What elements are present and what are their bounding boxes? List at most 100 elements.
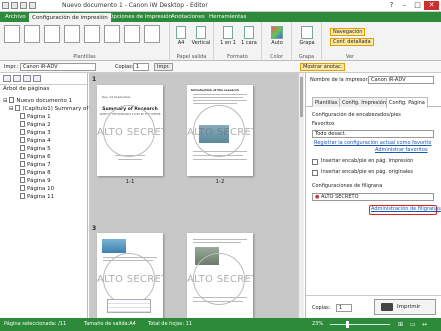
manage-favorites-link[interactable]: Administrar favoritos bbox=[375, 147, 428, 154]
color-button[interactable]: Auto bbox=[267, 26, 287, 46]
redo-icon[interactable] bbox=[29, 2, 36, 9]
insert-original-page-checkbox[interactable] bbox=[312, 170, 318, 176]
page-1-line bbox=[118, 159, 142, 160]
tree-tool-icon-2[interactable] bbox=[13, 75, 21, 82]
color-value: Auto bbox=[271, 40, 283, 46]
tree-item-page-3[interactable]: Página 3 bbox=[20, 129, 51, 137]
sides-label: 1 cara bbox=[241, 40, 257, 46]
papel-label: Papel salida bbox=[176, 54, 207, 60]
tab-config-impresion[interactable]: Config. Impresión bbox=[339, 97, 389, 107]
zoom-page-icon[interactable]: ▭ bbox=[410, 321, 416, 328]
plantillas-label: Plantillas bbox=[73, 54, 96, 60]
manage-watermarks-link[interactable]: Administración de filigranas bbox=[371, 206, 441, 213]
status-bar: Página seleccionada: /11 Tamaño de salid… bbox=[0, 318, 441, 331]
insert-print-page-checkbox[interactable] bbox=[312, 159, 318, 165]
favoritos-select[interactable]: Todo desact. bbox=[312, 130, 434, 138]
sides-button[interactable]: 1 cara bbox=[239, 26, 259, 46]
template-thumb-3[interactable] bbox=[44, 25, 60, 44]
orientation-button[interactable]: Vertical bbox=[189, 26, 213, 46]
preview-scrollbar[interactable] bbox=[298, 73, 304, 318]
tab-anotaciones[interactable]: Anotaciones bbox=[168, 12, 208, 22]
tree-tool-icon-4[interactable] bbox=[33, 75, 41, 82]
tab-config-pagina[interactable]: Config. Página bbox=[386, 97, 428, 108]
maximize-button[interactable]: □ bbox=[411, 1, 424, 10]
zoom-slider[interactable] bbox=[330, 324, 390, 325]
undo-icon[interactable] bbox=[20, 2, 27, 9]
tree-item-page-4[interactable]: Página 4 bbox=[20, 137, 51, 145]
template-thumb-5[interactable] bbox=[84, 25, 100, 44]
template-thumb-8[interactable] bbox=[144, 25, 160, 44]
ver-label: Ver bbox=[345, 54, 355, 60]
tab-opciones-impresion[interactable]: Opciones de impresión bbox=[106, 12, 175, 22]
tree-item-page-10[interactable]: Página 10 bbox=[20, 185, 54, 193]
template-thumb-1[interactable] bbox=[4, 25, 20, 44]
tab-archivo[interactable]: Archivo bbox=[2, 12, 29, 22]
footer-copies-input[interactable]: 1 bbox=[336, 304, 352, 312]
insert-print-page-label: Insertar encab/pie en pág. impresión bbox=[321, 158, 414, 164]
page-1-line bbox=[115, 155, 145, 156]
tree-tool-icon-1[interactable] bbox=[3, 75, 11, 82]
tree-item-page-2[interactable]: Página 2 bbox=[20, 121, 51, 129]
page-thumb-3[interactable]: ALTO SECRETO bbox=[97, 233, 163, 318]
close-button[interactable]: ✕ bbox=[424, 1, 439, 10]
zoom-slider-handle[interactable] bbox=[346, 321, 349, 328]
selected-page-status: Página seleccionada: /11 bbox=[4, 321, 67, 327]
template-thumb-2[interactable] bbox=[24, 25, 40, 44]
help-icon[interactable]: ? bbox=[385, 1, 398, 10]
tree-tool-icon-3[interactable] bbox=[23, 75, 31, 82]
mostrar-anotac-toggle[interactable]: Mostrar anotac. bbox=[300, 63, 346, 71]
page-3-table bbox=[107, 299, 151, 313]
page-1-date: Rev. 24 September bbox=[102, 95, 131, 99]
tree-item-page-8[interactable]: Página 8 bbox=[20, 169, 51, 177]
impr-button[interactable]: Impr. bbox=[154, 63, 173, 71]
window-controls: ? – □ ✕ bbox=[385, 1, 439, 10]
navegacion-toggle[interactable]: Navegación bbox=[330, 28, 366, 36]
watermark-select[interactable]: ● ALTO SECRETO bbox=[312, 193, 434, 201]
tab-plantillas[interactable]: Plantillas bbox=[312, 97, 341, 107]
insert-original-page-label: Insertar encab/pie en pág. originales bbox=[321, 169, 413, 175]
tab-herramientas[interactable]: Herramientas bbox=[206, 12, 249, 22]
page-4-line bbox=[193, 239, 247, 240]
zoom-fit-icon[interactable]: ⊞ bbox=[398, 321, 403, 328]
page-thumb-4[interactable]: ALTO SECRETO bbox=[187, 233, 253, 318]
page-thumb-2[interactable]: Introduction of the research ALTO SECRET… bbox=[187, 85, 253, 176]
copies-input[interactable]: 1 bbox=[133, 63, 149, 71]
grapa-button[interactable]: Grapa bbox=[297, 26, 317, 46]
preview-scroll-thumb[interactable] bbox=[300, 77, 303, 117]
page-thumb-1[interactable]: Rev. 24 September Summary of Research SO… bbox=[97, 85, 163, 176]
tree-item-page-5[interactable]: Página 5 bbox=[20, 145, 51, 153]
ribbon-group-grapa: Grapa Grapa bbox=[292, 22, 322, 61]
tree-item-page-7[interactable]: Página 7 bbox=[20, 161, 51, 169]
tree-item-page-9[interactable]: Página 9 bbox=[20, 177, 51, 185]
page-2-line bbox=[193, 103, 237, 104]
page-number-3: 3 bbox=[92, 225, 97, 232]
page-2-line bbox=[193, 159, 247, 160]
register-favorite-link[interactable]: Registrar la configuración actual como f… bbox=[314, 140, 431, 147]
conf-detallada-toggle[interactable]: Conf. detallada bbox=[330, 38, 374, 46]
page-2-line bbox=[193, 155, 243, 156]
template-thumb-7[interactable] bbox=[124, 25, 140, 44]
paper-size-button[interactable]: A4 bbox=[174, 26, 188, 46]
template-thumb-4[interactable] bbox=[64, 25, 80, 44]
tree-item-page-1[interactable]: Página 1 bbox=[20, 113, 51, 121]
tree-item-page-6[interactable]: Página 6 bbox=[20, 153, 51, 161]
tree-title: Árbol de páginas bbox=[3, 86, 50, 92]
imprimir-button[interactable]: Imprimir bbox=[374, 299, 436, 315]
tab-configuracion-impresion[interactable]: Configuración de impresión bbox=[28, 12, 112, 22]
save-icon[interactable] bbox=[11, 2, 18, 9]
printer-name-select[interactable]: Canon iR-ADV bbox=[368, 76, 434, 84]
zoom-value: 23% bbox=[312, 321, 324, 327]
tree-item-chapter[interactable]: ⊟ (Capítulo1) Summary of F bbox=[9, 105, 93, 113]
zoom-width-icon[interactable]: ↔ bbox=[422, 321, 427, 328]
document-preview-area[interactable]: 1 Rev. 24 September Summary of Research … bbox=[89, 73, 304, 318]
template-thumb-6[interactable] bbox=[104, 25, 120, 44]
page-number-1: 1 bbox=[92, 76, 97, 83]
grapa-label: Grapa bbox=[298, 54, 315, 60]
tree-item-page-11[interactable]: Página 11 bbox=[20, 193, 54, 201]
ribbon: Plantillas A4 Vertical Papel salida 1 en… bbox=[0, 22, 441, 61]
minimize-button[interactable]: – bbox=[398, 1, 411, 10]
page-2-heading: Introduction of the research bbox=[191, 88, 239, 92]
pages-per-sheet-button[interactable]: 1 en 1 bbox=[218, 26, 238, 46]
printer-select[interactable]: Canon iR-ADV bbox=[20, 63, 96, 71]
tree-item-document[interactable]: ⊟ Nuevo documento 1 bbox=[3, 97, 72, 105]
